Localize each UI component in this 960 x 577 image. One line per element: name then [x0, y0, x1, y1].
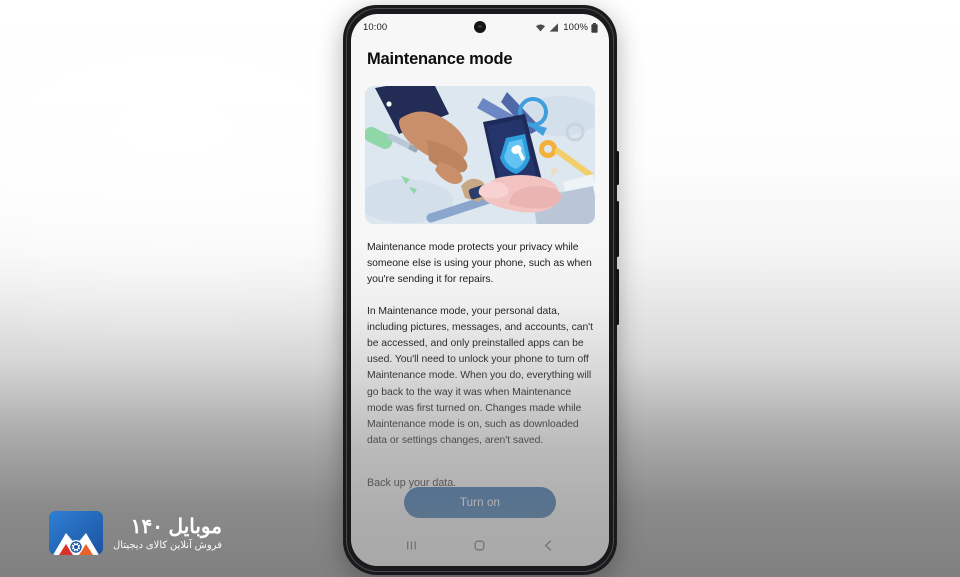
status-bar-indicators: 100%: [535, 22, 598, 33]
logo-graphic: [49, 511, 103, 555]
phone-button-volume[interactable]: [616, 201, 619, 257]
battery-icon: [591, 22, 598, 33]
turn-on-button[interactable]: Turn on: [404, 487, 556, 518]
page-body: Maintenance mode protects your privacy w…: [351, 240, 609, 492]
maintenance-mode-illustration: [365, 86, 595, 224]
back-icon[interactable]: [541, 538, 556, 558]
status-bar: 10:00 100%: [351, 14, 609, 41]
front-camera-icon: [474, 21, 486, 33]
android-navigation-bar: [351, 530, 609, 566]
page-title: Maintenance mode: [367, 50, 513, 68]
phone-button-bixby[interactable]: [616, 151, 619, 185]
paragraph-1: Maintenance mode protects your privacy w…: [367, 242, 592, 286]
primary-action-area: Turn on: [351, 487, 609, 518]
illustration-graphic: [365, 86, 595, 224]
phone-button-power[interactable]: [616, 269, 619, 325]
mobile140-logo: [49, 511, 103, 555]
wifi-icon: [536, 24, 546, 32]
screenshot-stage: 10:00 100% Maintenance mode Maintenance …: [0, 0, 960, 577]
phone-device: 10:00 100% Maintenance mode Maintenance …: [343, 5, 619, 575]
watermark-brand-title: موبایل ۱۴۰: [130, 516, 222, 538]
home-icon[interactable]: [472, 538, 487, 558]
recents-icon[interactable]: [404, 538, 419, 558]
status-bar-time: 10:00: [363, 22, 388, 33]
watermark-brand-subtitle: فروش آنلاین کالای دیجیتال: [113, 540, 222, 551]
paragraph-2: In Maintenance mode, your personal data,…: [367, 305, 593, 447]
watermark: موبایل ۱۴۰ فروش آنلاین کالای دیجیتال: [49, 511, 222, 555]
watermark-text: موبایل ۱۴۰ فروش آنلاین کالای دیجیتال: [113, 516, 222, 555]
phone-screen: 10:00 100% Maintenance mode Maintenance …: [351, 14, 609, 566]
battery-percent-label: 100%: [563, 22, 588, 33]
cellular-signal-icon: [549, 23, 559, 32]
